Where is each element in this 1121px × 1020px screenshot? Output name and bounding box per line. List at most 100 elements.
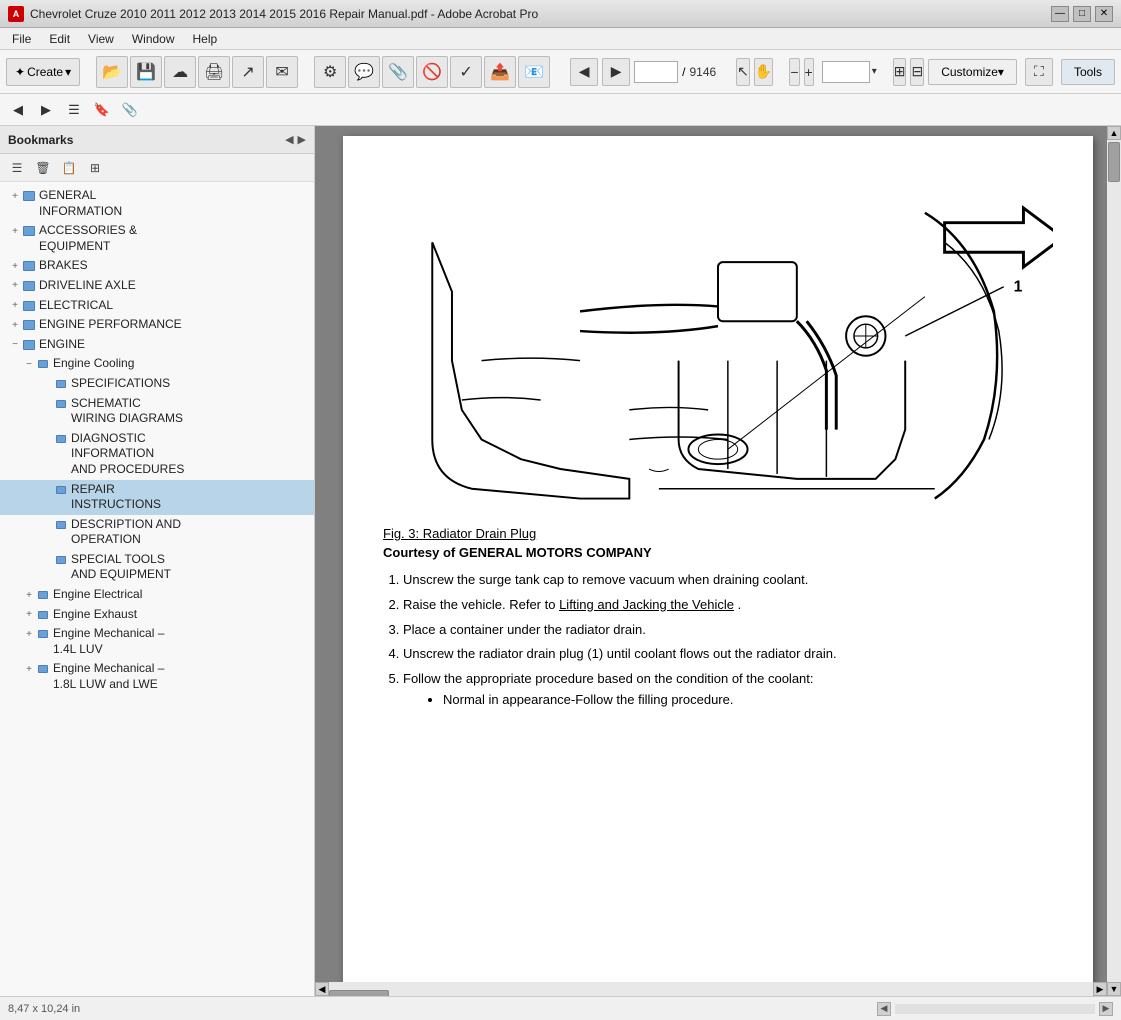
toggle-engine-cooling[interactable]: −	[22, 357, 36, 371]
toggle-engine-exhaust[interactable]: +	[22, 608, 36, 622]
tree-item-schematic[interactable]: + SCHEMATICWIRING DIAGRAMS	[0, 394, 314, 429]
toggle-driveline[interactable]: +	[8, 279, 22, 293]
bkt-new[interactable]: 📋	[58, 158, 80, 178]
open-button[interactable]: 📂	[96, 56, 128, 88]
bkt-delete[interactable]: 🗑	[32, 158, 54, 178]
hand-tool-button[interactable]: ✋	[754, 58, 773, 86]
maximize-button[interactable]: □	[1073, 6, 1091, 22]
page-forward-button[interactable]: ↗	[232, 56, 264, 88]
upload-button[interactable]: ☁	[164, 56, 196, 88]
zoom-input[interactable]: 100%	[822, 61, 870, 83]
bullet-1: Normal in appearance-Follow the filling …	[443, 690, 1053, 711]
menu-icon[interactable]: ☰	[62, 98, 86, 122]
toggle-engine-perf[interactable]: +	[8, 318, 22, 332]
close-button[interactable]: ✕	[1095, 6, 1113, 22]
print-button[interactable]: 🖨	[198, 56, 230, 88]
create-button[interactable]: ✦ Create ▾	[6, 58, 80, 86]
email-button[interactable]: ✉	[266, 56, 298, 88]
tree-item-electrical[interactable]: + ELECTRICAL	[0, 296, 314, 316]
bkt-menu[interactable]: ☰	[6, 158, 28, 178]
menu-window[interactable]: Window	[124, 30, 183, 48]
fit-width-button[interactable]: ⊞	[893, 58, 907, 86]
create-icon: ✦	[15, 65, 25, 79]
reject-button[interactable]: 🚫	[416, 56, 448, 88]
scroll-right-button[interactable]: ▶	[1093, 982, 1107, 996]
scrollbar-thumb[interactable]	[1108, 142, 1120, 182]
tree-item-engine-exhaust[interactable]: + Engine Exhaust	[0, 605, 314, 625]
toggle-gen-info[interactable]: +	[8, 189, 22, 203]
tools-button[interactable]: Tools	[1061, 59, 1115, 85]
tree-item-brakes[interactable]: + BRAKES	[0, 256, 314, 276]
bookmarks-nav-forward[interactable]: ▶	[298, 133, 306, 146]
status-scrollbar	[895, 1004, 1095, 1014]
bookmark-icon[interactable]: 🔖	[90, 98, 114, 122]
customize-button[interactable]: Customize ▾	[928, 59, 1017, 85]
tree-item-diagnostic[interactable]: + DIAGNOSTICINFORMATIONAND PROCEDURES	[0, 429, 314, 480]
toggle-engine-mech-2[interactable]: +	[22, 662, 36, 676]
fit-page-button[interactable]: ⊟	[910, 58, 924, 86]
step-4: Unscrew the radiator drain plug (1) unti…	[403, 644, 1053, 665]
tree-item-engine[interactable]: − ENGINE	[0, 335, 314, 355]
toggle-accessories[interactable]: +	[8, 224, 22, 238]
toggle-brakes[interactable]: +	[8, 259, 22, 273]
back-button[interactable]: ◀	[6, 98, 30, 122]
horizontal-scrollbar: ◀ ▶	[315, 982, 1107, 996]
toggle-engine-mech-1[interactable]: +	[22, 627, 36, 641]
icon-engine-electrical	[36, 588, 50, 602]
expand-button[interactable]: ⛶	[1025, 58, 1053, 86]
toggle-engine[interactable]: −	[8, 338, 22, 352]
tree-item-description[interactable]: + DESCRIPTION ANDOPERATION	[0, 515, 314, 550]
icon-schematic	[54, 397, 68, 411]
lifting-link[interactable]: Lifting and Jacking the Vehicle	[559, 597, 734, 612]
step-2: Raise the vehicle. Refer to Lifting and …	[403, 595, 1053, 616]
tree-item-special-tools[interactable]: + SPECIAL TOOLSAND EQUIPMENT	[0, 550, 314, 585]
minimize-button[interactable]: —	[1051, 6, 1069, 22]
prev-page-button[interactable]: ◀	[570, 58, 598, 86]
cursor-tool-button[interactable]: ↖	[736, 58, 750, 86]
scroll-down-button[interactable]: ▼	[1107, 982, 1121, 996]
settings-button[interactable]: ⚙	[314, 56, 346, 88]
menu-view[interactable]: View	[80, 30, 122, 48]
share-button[interactable]: 📧	[518, 56, 550, 88]
step-3: Place a container under the radiator dra…	[403, 620, 1053, 641]
export-button[interactable]: 📤	[484, 56, 516, 88]
window-controls[interactable]: — □ ✕	[1051, 6, 1113, 22]
menu-help[interactable]: Help	[185, 30, 226, 48]
attach-button[interactable]: 📎	[382, 56, 414, 88]
tools-label: Tools	[1074, 65, 1102, 79]
tree-item-repair-instr[interactable]: + REPAIRINSTRUCTIONS	[0, 480, 314, 515]
scroll-up-button[interactable]: ▲	[1107, 126, 1121, 140]
zoom-in-button[interactable]: +	[804, 58, 814, 86]
svg-text:1: 1	[1014, 279, 1023, 296]
status-scroll-left[interactable]: ◀	[877, 1002, 891, 1016]
tree-item-engine-electrical[interactable]: + Engine Electrical	[0, 585, 314, 605]
zoom-out-button[interactable]: −	[789, 58, 799, 86]
tree-item-engine-perf[interactable]: + ENGINE PERFORMANCE	[0, 315, 314, 335]
tree-item-specifications[interactable]: + SPECIFICATIONS	[0, 374, 314, 394]
tree-item-gen-info[interactable]: + GENERALINFORMATION	[0, 186, 314, 221]
tree-item-engine-mech-1[interactable]: + Engine Mechanical –1.4L LUV	[0, 624, 314, 659]
page-number-input[interactable]: 4778	[634, 61, 678, 83]
tree-item-driveline[interactable]: + DRIVELINE AXLE	[0, 276, 314, 296]
tree-item-engine-cooling[interactable]: − Engine Cooling	[0, 354, 314, 374]
zoom-dropdown-icon[interactable]: ▾	[872, 66, 877, 77]
menu-file[interactable]: File	[4, 30, 39, 48]
label-special-tools: SPECIAL TOOLSAND EQUIPMENT	[71, 552, 171, 583]
title-bar: A Chevrolet Cruze 2010 2011 2012 2013 20…	[0, 0, 1121, 28]
tree-item-engine-mech-2[interactable]: + Engine Mechanical –1.8L LUW and LWE	[0, 659, 314, 694]
toggle-electrical[interactable]: +	[8, 299, 22, 313]
next-page-button[interactable]: ▶	[602, 58, 630, 86]
bkt-expand[interactable]: ⊞	[84, 158, 106, 178]
scroll-left-button[interactable]: ◀	[315, 982, 329, 996]
status-scroll-right[interactable]: ▶	[1099, 1002, 1113, 1016]
comment-icon-btn[interactable]: 💬	[348, 56, 380, 88]
bookmarks-nav-back[interactable]: ◀	[285, 133, 293, 146]
attachment-icon[interactable]: 📎	[118, 98, 142, 122]
check-button[interactable]: ✓	[450, 56, 482, 88]
h-scrollbar-thumb[interactable]	[329, 990, 389, 996]
forward-button[interactable]: ▶	[34, 98, 58, 122]
save-button[interactable]: 💾	[130, 56, 162, 88]
tree-item-accessories[interactable]: + ACCESSORIES &EQUIPMENT	[0, 221, 314, 256]
menu-edit[interactable]: Edit	[41, 30, 78, 48]
toggle-engine-electrical[interactable]: +	[22, 588, 36, 602]
